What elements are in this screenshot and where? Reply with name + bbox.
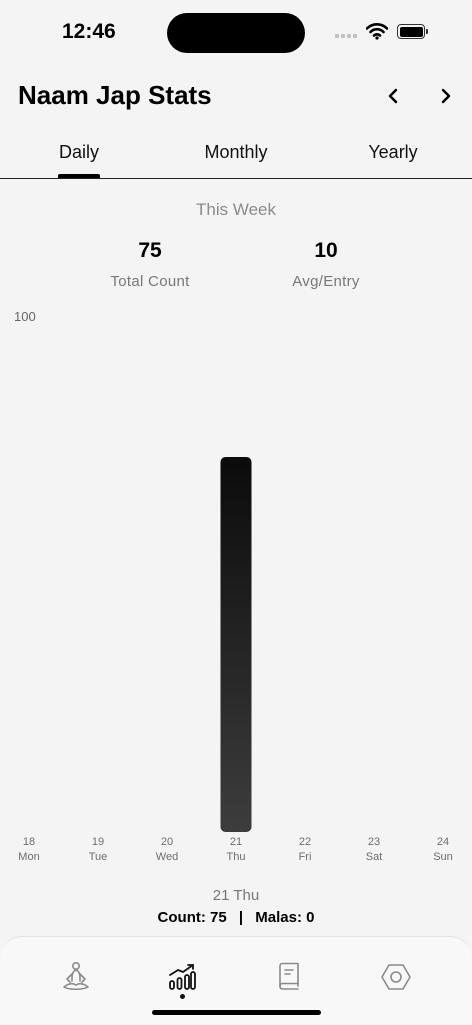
nav-item-settings[interactable] [376, 957, 416, 997]
active-nav-indicator [180, 994, 185, 999]
x-tick-date: 19 [92, 836, 104, 848]
battery-icon [397, 24, 428, 39]
x-tick-day: Wed [156, 851, 178, 863]
selected-date: 21 Thu [212, 887, 260, 904]
tab-daily[interactable]: Daily [39, 142, 119, 163]
total-count-value: 75 [138, 239, 162, 262]
x-tick-day: Sun [433, 851, 453, 863]
summary-separator: | [238, 909, 244, 926]
x-tick-date: 21 [230, 836, 242, 848]
signal-icon [335, 34, 359, 40]
nav-item-meditate[interactable] [56, 957, 96, 997]
status-time: 12:46 [62, 20, 116, 43]
meditation-icon [63, 961, 89, 991]
page-title: Naam Jap Stats [18, 80, 212, 110]
chevron-right-icon [441, 88, 451, 104]
settings-hexagon-icon [381, 964, 411, 990]
period-label: This Week [196, 200, 276, 219]
x-tick-day: Mon [18, 851, 39, 863]
prev-button[interactable] [381, 84, 405, 108]
chevron-left-icon [388, 88, 398, 104]
x-tick-date: 20 [161, 836, 173, 848]
dynamic-island [167, 13, 305, 53]
avg-entry-label: Avg/Entry [292, 273, 360, 290]
x-tick-day: Tue [89, 851, 108, 863]
x-tick-date: 18 [23, 836, 35, 848]
x-tick-day: Sat [366, 851, 383, 863]
status-bar: 12:46 [0, 0, 472, 64]
avg-entry-value: 10 [314, 239, 338, 262]
active-tab-indicator [58, 174, 100, 178]
bar-thu[interactable] [220, 457, 252, 832]
total-count-label: Total Count [110, 273, 190, 290]
selected-count: Count: 75 [157, 909, 227, 926]
tab-monthly[interactable]: Monthly [186, 142, 286, 163]
x-tick-date: 23 [368, 836, 380, 848]
x-tick-day: Fri [299, 851, 312, 863]
nav-item-stats[interactable] [162, 957, 202, 997]
selected-summary: Count: 75 | Malas: 0 [0, 909, 472, 926]
tab-yearly[interactable]: Yearly [348, 142, 438, 163]
x-tick-day: Thu [227, 851, 246, 863]
y-max-label: 100 [14, 309, 36, 324]
nav-item-journal[interactable] [269, 957, 309, 997]
x-tick-date: 24 [437, 836, 449, 848]
journal-icon [279, 962, 299, 990]
wifi-icon [366, 23, 388, 40]
next-button[interactable] [434, 84, 458, 108]
stats-chart-icon [169, 964, 196, 990]
selected-malas: Malas: 0 [255, 909, 315, 926]
x-tick-date: 22 [299, 836, 311, 848]
home-indicator [152, 1010, 321, 1015]
tab-bar: Daily Monthly Yearly [0, 130, 472, 179]
weekly-bar-chart: 100 18 Mon 19 Tue 20 Wed 21 Thu 22 Fri 23 Sat 24 Sun [14, 309, 453, 863]
